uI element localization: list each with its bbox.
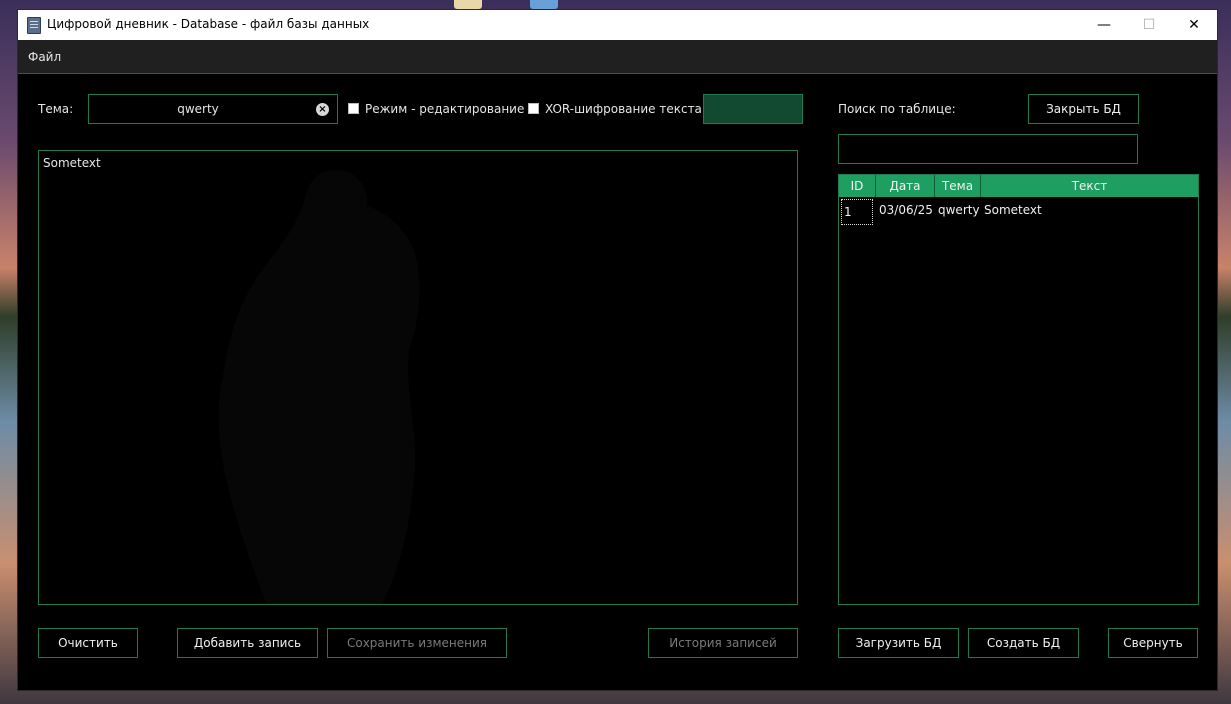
topic-label: Тема:: [38, 102, 74, 116]
column-header-text[interactable]: Текст: [981, 175, 1198, 197]
menu-file[interactable]: Файл: [28, 50, 61, 64]
xor-encryption-checkbox[interactable]: [528, 103, 539, 114]
edit-mode-label: Режим - редактирование: [365, 102, 525, 116]
add-record-button[interactable]: Добавить запись: [177, 628, 318, 658]
search-label: Поиск по таблице:: [838, 102, 956, 116]
status-indicator: [703, 94, 803, 124]
desktop-icon-folder: [454, 0, 482, 9]
window-title: Цифровой дневник - Database - файл базы …: [47, 17, 370, 31]
table-cell-topic[interactable]: qwerty: [938, 203, 980, 217]
records-table: ID Дата Тема Текст 1 03/06/25 qwerty Som…: [838, 174, 1199, 605]
topic-input-value: qwerty: [177, 102, 219, 116]
table-cell-id[interactable]: 1: [841, 199, 873, 225]
menu-bar: Файл: [18, 40, 1217, 74]
statue-watermark: [218, 170, 420, 604]
search-input[interactable]: [838, 134, 1138, 164]
clear-button[interactable]: Очистить: [38, 628, 138, 658]
table-cell-text[interactable]: Sometext: [984, 203, 1042, 217]
minimize-app-button[interactable]: Свернуть: [1108, 628, 1198, 658]
column-header-topic[interactable]: Тема: [935, 175, 981, 197]
save-changes-button[interactable]: Сохранить изменения: [327, 628, 507, 658]
load-db-button[interactable]: Загрузить БД: [838, 628, 959, 658]
entry-text: Sometext: [43, 156, 101, 170]
desktop-icon-app: [530, 0, 558, 9]
history-button[interactable]: История записей: [648, 628, 798, 658]
edit-mode-checkbox[interactable]: [348, 103, 359, 114]
notebook-icon: [27, 17, 41, 34]
table-cell-date[interactable]: 03/06/25: [879, 203, 933, 217]
topic-input[interactable]: qwerty ×: [88, 94, 338, 124]
main-window: Цифровой дневник - Database - файл базы …: [17, 9, 1218, 691]
entry-text-area[interactable]: Sometext: [38, 150, 798, 605]
column-header-date[interactable]: Дата: [876, 175, 935, 197]
create-db-button[interactable]: Создать БД: [968, 628, 1079, 658]
minimize-window-button[interactable]: —: [1081, 10, 1127, 40]
title-bar: Цифровой дневник - Database - файл базы …: [18, 10, 1217, 40]
maximize-window-button[interactable]: ☐: [1126, 10, 1172, 40]
xor-encryption-label: XOR-шифрование текста: [545, 102, 702, 116]
clear-input-icon[interactable]: ×: [316, 103, 329, 116]
close-window-button[interactable]: ✕: [1171, 10, 1217, 40]
column-header-id[interactable]: ID: [839, 175, 876, 197]
close-db-button[interactable]: Закрыть БД: [1028, 94, 1139, 124]
